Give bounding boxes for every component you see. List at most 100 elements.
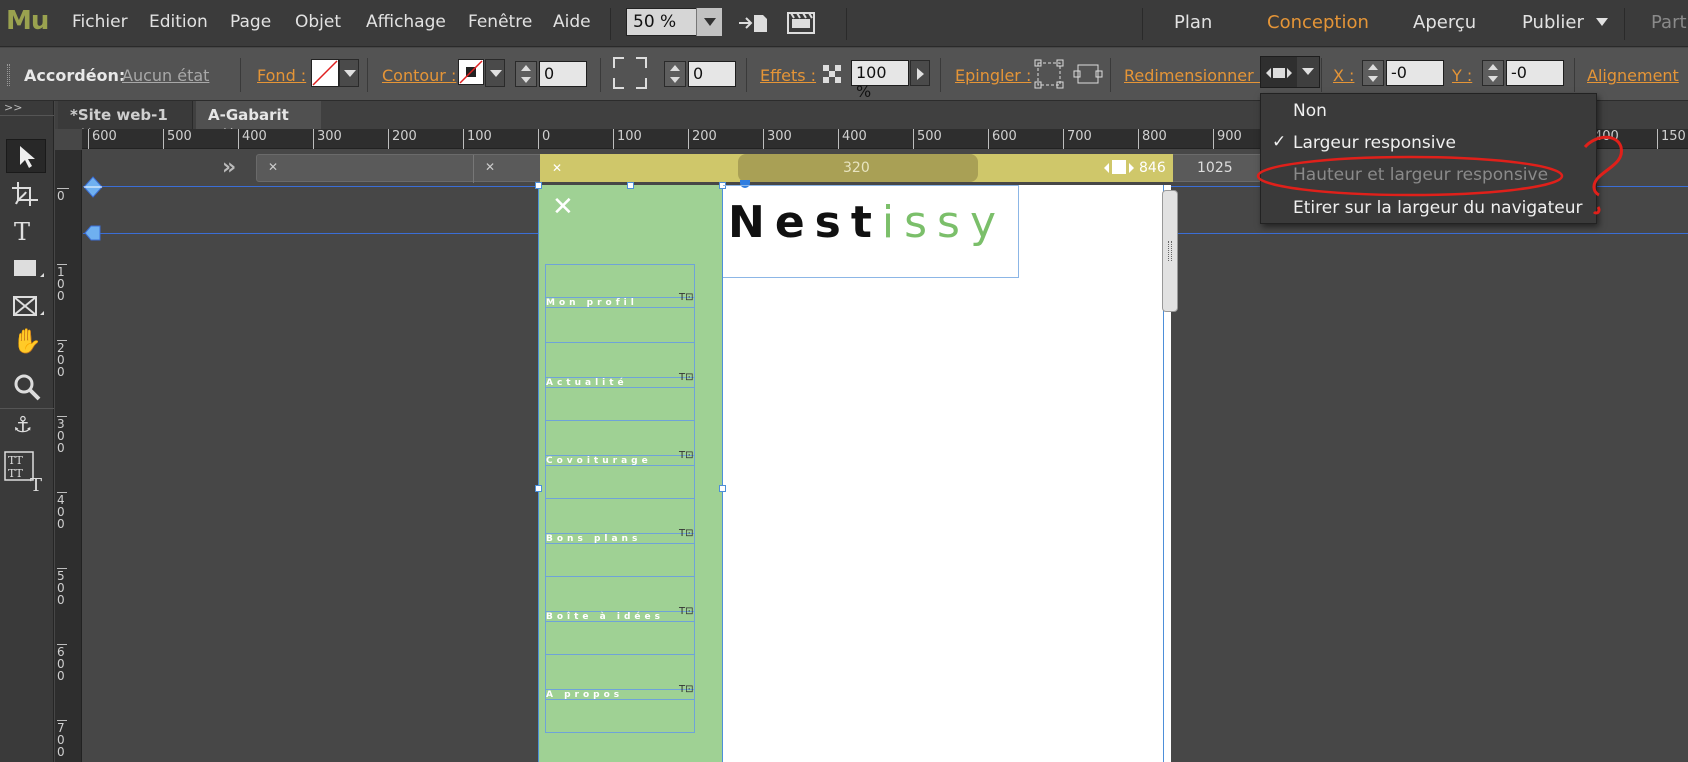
breakpoint-close-icon[interactable]: ✕ (485, 160, 495, 174)
x-position-input[interactable]: -0 (1386, 60, 1444, 86)
preview-film-icon[interactable] (787, 11, 815, 35)
menu-aide[interactable]: Aide (553, 12, 591, 32)
menu-row-boite-a-idees[interactable]: Boîte à idées T⊡ (545, 576, 695, 655)
text-link-icon[interactable]: T⊡ (679, 606, 694, 617)
contour-label[interactable]: Contour : (382, 66, 456, 85)
menu-row-actualite[interactable]: Actualité T⊡ (545, 342, 695, 421)
fond-dropdown-icon[interactable] (339, 59, 359, 87)
mode-publier[interactable]: Publier (1522, 12, 1584, 33)
ctl-separator-1 (240, 58, 241, 92)
redimensionner-label[interactable]: Redimensionner : (1124, 66, 1264, 85)
image-frame-tool-icon[interactable] (12, 295, 44, 319)
menu-row-bons-plans[interactable]: Bons plans T⊡ (545, 498, 695, 577)
contour-width-input[interactable]: 0 (539, 61, 587, 87)
resize-mode-select[interactable] (1260, 56, 1320, 88)
close-icon[interactable]: ✕ (552, 192, 574, 222)
tab-site-web-1[interactable]: *Site web-1 ✕ (58, 101, 193, 142)
page-width-handle[interactable] (1162, 190, 1178, 312)
selection-arrow-icon (20, 146, 35, 168)
breakpoint-expand-icon[interactable]: » (222, 155, 236, 180)
pin-center-icon[interactable] (1073, 61, 1103, 87)
widget-state-link[interactable]: Aucun état (122, 66, 209, 85)
ruler-label: 600 (57, 644, 67, 682)
dropdown-item-non[interactable]: Non (1293, 101, 1327, 121)
contour-dropdown-icon[interactable] (485, 59, 505, 87)
effets-label[interactable]: Effets : (760, 66, 816, 85)
mode-plan[interactable]: Plan (1174, 12, 1212, 33)
mode-partager[interactable]: Part (1651, 12, 1687, 33)
crop-tool-icon[interactable] (10, 180, 42, 210)
footer-guide-handle-icon[interactable] (83, 224, 101, 242)
selection-handle[interactable] (719, 485, 726, 492)
mode-conception[interactable]: Conception (1267, 12, 1369, 33)
red-annotation-icon (1256, 135, 1623, 215)
corner-radius-input[interactable]: 0 (688, 61, 736, 87)
text-frame-tool-icon[interactable]: TT TT T (4, 451, 48, 495)
text-tool-icon[interactable]: T (14, 218, 30, 246)
rectangle-tool-icon[interactable] (12, 257, 44, 281)
hand-tool-icon[interactable]: ✋ (12, 327, 42, 355)
fill-none-swatch-icon[interactable] (311, 59, 339, 87)
ruler-label: 100 (613, 129, 642, 149)
opacity-input[interactable]: 100 % (851, 60, 909, 101)
menu-affichage[interactable]: Affichage (366, 12, 446, 32)
page-transfer-icon[interactable] (737, 12, 769, 34)
menu-separator-3 (1142, 8, 1143, 40)
menu-page[interactable]: Page (230, 12, 271, 32)
ruler-label: 300 (57, 416, 67, 454)
x-label[interactable]: X : (1333, 66, 1354, 85)
text-link-icon[interactable]: T⊡ (679, 292, 694, 303)
breakpoint-close-icon[interactable]: ✕ (552, 161, 562, 175)
menu-row-covoiturage[interactable]: Covoiturage T⊡ (545, 420, 695, 499)
stroke-swatch-icon[interactable] (458, 59, 484, 85)
app-logo: Mu (6, 6, 49, 36)
alignement-label[interactable]: Alignement (1587, 66, 1679, 85)
collapse-panel-icon[interactable]: >> (4, 101, 22, 114)
ruler-label: 600 (88, 129, 117, 149)
grip-handle-icon[interactable] (7, 64, 10, 86)
selection-handle[interactable] (627, 182, 634, 189)
breakpoint-handle-icon[interactable] (1104, 158, 1136, 178)
text-link-icon[interactable]: T⊡ (679, 450, 694, 461)
zoom-dropdown-arrow-icon[interactable] (696, 8, 722, 36)
publier-dropdown-icon[interactable] (1596, 18, 1608, 26)
menu-objet[interactable]: Objet (295, 12, 341, 32)
header-guide-handle-icon[interactable] (83, 176, 103, 198)
breakpoint-close-icon[interactable]: ✕ (268, 160, 278, 174)
menu-fenetre[interactable]: Fenêtre (468, 12, 532, 32)
fond-label[interactable]: Fond : (257, 66, 306, 85)
menu-row-a-propos[interactable]: A propos T⊡ (545, 654, 695, 733)
selection-tool[interactable] (6, 139, 46, 173)
y-label[interactable]: Y : (1452, 66, 1472, 85)
ruler-label: 300 (313, 129, 342, 149)
svg-text:TT: TT (8, 454, 24, 467)
text-link-icon[interactable]: T⊡ (679, 528, 694, 539)
vertical-ruler[interactable]: 0 100 200 300 400 500 600 700 (55, 150, 82, 762)
selection-handle[interactable] (535, 485, 542, 492)
selection-handle[interactable] (535, 182, 542, 189)
menu-item-label: Covoiturage (546, 456, 652, 466)
menu-edition[interactable]: Edition (149, 12, 208, 32)
anchor-tool-icon[interactable]: ⚓ (13, 413, 33, 438)
text-link-icon[interactable]: T⊡ (679, 684, 694, 695)
epingler-label[interactable]: Epingler : (955, 66, 1031, 85)
ruler-label: 0 (538, 129, 550, 149)
y-spinner-icon[interactable] (1482, 60, 1504, 86)
mode-apercu[interactable]: Aperçu (1413, 12, 1476, 33)
menu-row-mon-profil[interactable]: Mon profil T⊡ (545, 264, 695, 343)
opacity-slider-button[interactable] (910, 60, 930, 86)
text-link-icon[interactable]: T⊡ (679, 372, 694, 383)
corner-spinner-icon[interactable] (664, 61, 686, 87)
menu-fichier[interactable]: Fichier (72, 12, 128, 32)
pin-position-icon[interactable] (1034, 59, 1064, 89)
corner-radius-icon[interactable] (612, 56, 648, 90)
contour-spinner-icon[interactable] (515, 61, 537, 87)
x-spinner-icon[interactable] (1362, 60, 1384, 86)
ruler-label: 700 (1063, 129, 1092, 149)
ctl-separator-2 (367, 58, 368, 92)
ctl-separator-7 (1321, 58, 1322, 92)
y-position-input[interactable]: -0 (1506, 60, 1564, 86)
zoom-tool-icon[interactable] (13, 373, 41, 401)
tab-a-gabarit[interactable]: A-Gabarit ✕ (196, 101, 321, 142)
ruler-label: 400 (838, 129, 867, 149)
